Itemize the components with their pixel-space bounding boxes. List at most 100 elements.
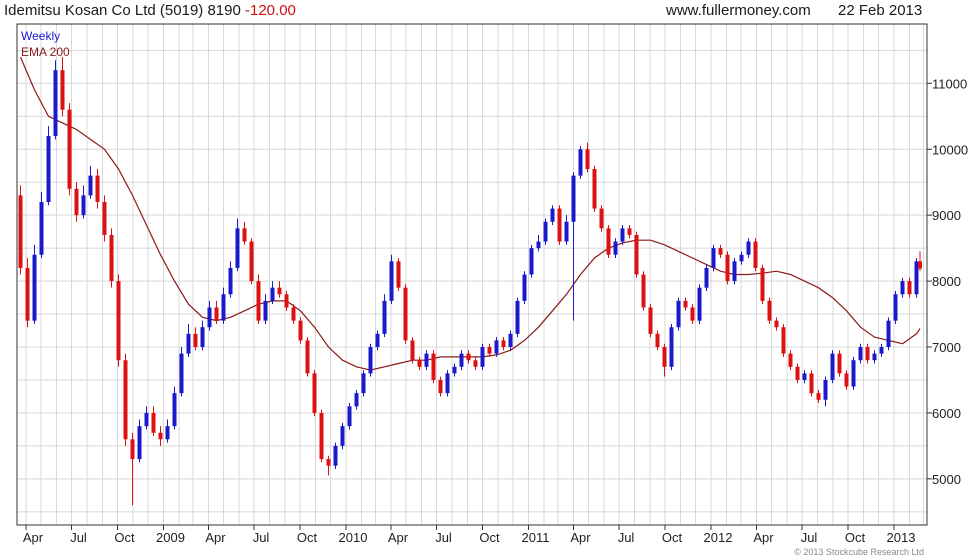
candle-body <box>130 439 135 460</box>
x-tick-label: 2011 <box>522 530 550 545</box>
candle-body <box>704 267 709 288</box>
candle-body <box>494 340 499 354</box>
candle-body <box>179 353 184 394</box>
candle-body <box>200 327 205 348</box>
candle-body <box>438 379 443 394</box>
candle-body <box>39 201 44 255</box>
x-tick-label: Oct <box>114 530 135 545</box>
candle-body <box>158 432 163 440</box>
candle-body <box>634 234 639 275</box>
candle-body <box>655 333 660 348</box>
y-tick-label: 8000 <box>932 274 961 289</box>
candle-body <box>557 208 562 242</box>
x-tick-label: Apr <box>753 530 774 545</box>
candle-body <box>144 412 149 427</box>
candle-body <box>669 327 674 367</box>
candle-body <box>298 320 303 341</box>
candle-body <box>445 373 450 394</box>
x-tick-label: Jul <box>618 530 635 545</box>
candle-body <box>375 333 380 348</box>
candle-body <box>340 426 345 446</box>
candle-body <box>46 136 51 202</box>
candle-body <box>389 261 394 301</box>
candle-body <box>662 347 667 367</box>
copyright: © 2013 Stockcube Research Ltd <box>794 547 924 557</box>
candle-body <box>753 241 758 268</box>
candle-body <box>473 360 478 367</box>
candle-body <box>67 109 72 189</box>
candle-body <box>809 373 814 394</box>
candle-body <box>172 393 177 427</box>
y-tick-label: 9000 <box>932 208 961 223</box>
candle-body <box>508 333 513 348</box>
candle-body <box>102 201 107 235</box>
y-tick-label: 10000 <box>932 142 968 157</box>
candle-body <box>620 228 625 242</box>
candle-body <box>25 267 30 321</box>
candle-body <box>781 327 786 354</box>
candle-body <box>823 379 828 400</box>
candle-body <box>354 393 359 407</box>
candle-body <box>235 228 240 268</box>
candle-body <box>802 373 807 380</box>
y-tick-label: 6000 <box>932 406 961 421</box>
x-tick-label: Oct <box>479 530 500 545</box>
x-tick-label: 2013 <box>887 530 916 545</box>
candle-body <box>487 347 492 354</box>
candle-body <box>410 340 415 361</box>
candle-body <box>760 267 765 301</box>
candle-body <box>851 360 856 387</box>
candle-body <box>242 228 247 242</box>
x-tick-label: Apr <box>205 530 226 545</box>
candle-body <box>844 373 849 387</box>
legend: Weekly EMA 200 <box>21 29 70 59</box>
candle-body <box>277 287 282 295</box>
legend-weekly: Weekly <box>21 29 60 43</box>
candle-body <box>599 208 604 229</box>
candle-body <box>452 366 457 374</box>
y-tick-label: 11000 <box>932 76 967 91</box>
candle-body <box>746 241 751 255</box>
candle-body <box>536 241 541 249</box>
candle-body <box>333 445 338 466</box>
x-tick-label: Apr <box>23 530 44 545</box>
candle-body <box>256 281 261 321</box>
candle-body <box>214 307 219 321</box>
candle-body <box>914 261 919 295</box>
x-tick-label: Oct <box>662 530 683 545</box>
candle-body <box>424 353 429 367</box>
x-tick-label: Apr <box>388 530 409 545</box>
candle-body <box>641 274 646 308</box>
candle-body <box>368 347 373 374</box>
candle-body <box>501 340 506 348</box>
x-tick-label: Jul <box>435 530 452 545</box>
candle-body <box>739 254 744 262</box>
candle-body <box>361 373 366 394</box>
candle-body <box>907 281 912 295</box>
candle-body <box>81 195 86 216</box>
candle-body <box>767 300 772 321</box>
candle-body <box>571 175 576 222</box>
candle-body <box>522 274 527 301</box>
candle-body <box>284 294 289 308</box>
candle-body <box>795 366 800 380</box>
x-tick-label: Oct <box>297 530 318 545</box>
candle-body <box>900 281 905 295</box>
candle-body <box>858 347 863 361</box>
candle-body <box>543 221 548 242</box>
candle-body <box>459 353 464 367</box>
x-tick-label: 2009 <box>156 530 185 545</box>
legend-ema: EMA 200 <box>21 45 70 59</box>
candle-body <box>228 267 233 295</box>
candle-body <box>774 320 779 328</box>
candle-body <box>312 373 317 413</box>
candle-body <box>711 248 716 268</box>
x-tick-label: Jul <box>801 530 818 545</box>
candle-body <box>270 287 275 301</box>
candle-body <box>18 195 23 268</box>
candle-body <box>396 261 401 288</box>
candle-body <box>550 208 555 222</box>
candle-body <box>221 294 226 321</box>
candle-body <box>193 333 198 348</box>
candle-body <box>123 360 128 440</box>
